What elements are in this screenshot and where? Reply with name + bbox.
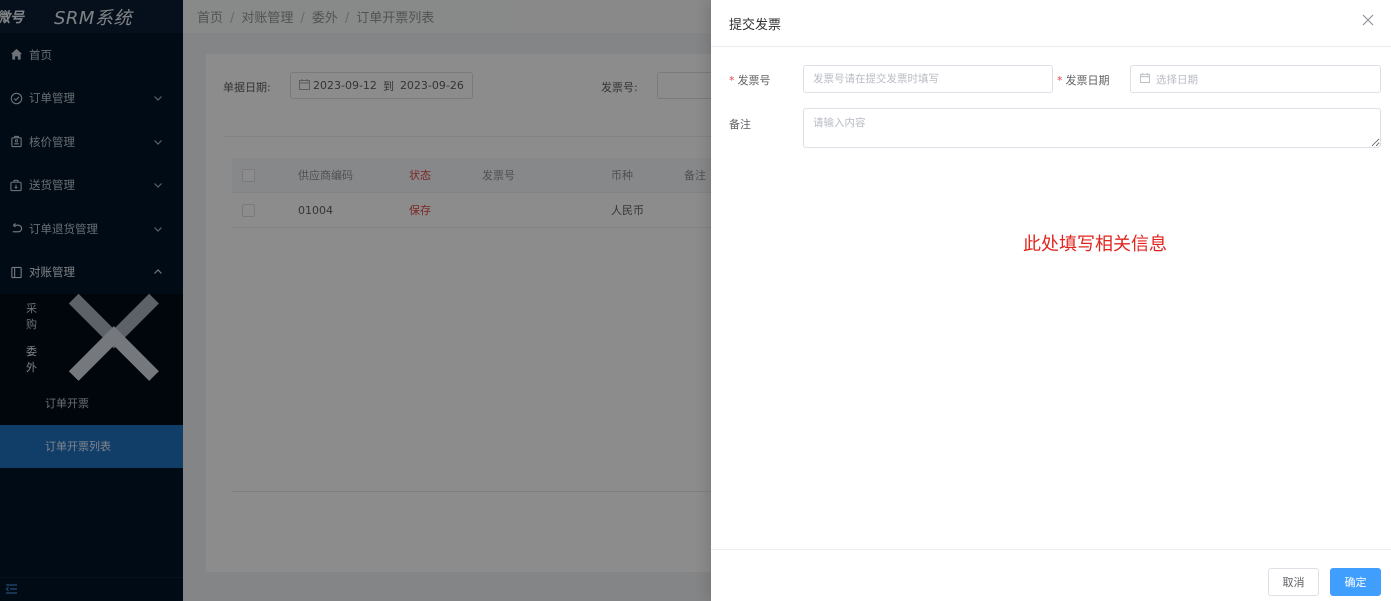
drawer-header: 提交发票 bbox=[711, 0, 1391, 47]
breadcrumb-separator: / bbox=[230, 11, 235, 26]
chevron-down-icon bbox=[154, 96, 162, 102]
package-icon bbox=[9, 178, 23, 192]
date-range-end: 2023-09-26 bbox=[399, 79, 464, 92]
cell-currency: 人民币 bbox=[611, 204, 644, 217]
select-all-checkbox[interactable] bbox=[242, 169, 255, 182]
sidebar-item-label: 核价管理 bbox=[29, 134, 75, 149]
sidebar-item-order-management[interactable]: 订单管理 bbox=[0, 77, 183, 121]
main-content: 单据日期: 2023-09-12 到 2023-09-26 发票号: 供应商编码… bbox=[183, 33, 737, 601]
confirm-button[interactable]: 确定 bbox=[1330, 568, 1381, 596]
remark-textarea[interactable] bbox=[803, 108, 1381, 148]
sidebar-item-label: 订单开票 bbox=[45, 396, 89, 410]
breadcrumb: 首页 / 对账管理 / 委外 / 订单开票列表 bbox=[197, 7, 434, 26]
home-icon bbox=[9, 48, 23, 62]
invoice-number-label: * 发票号 bbox=[729, 72, 771, 88]
breadcrumb-item-reconciliation[interactable]: 对账管理 bbox=[241, 11, 293, 26]
sidebar-item-label: 采购 bbox=[26, 301, 37, 331]
invoice-date-label-text: 发票日期 bbox=[1065, 74, 1110, 87]
sidebar-subitem-outsourcing[interactable]: 委外 bbox=[0, 326, 183, 382]
date-filter-label: 单据日期: bbox=[223, 81, 271, 94]
drawer-title: 提交发票 bbox=[729, 17, 782, 33]
breadcrumb-separator: / bbox=[300, 11, 305, 26]
sidebar-item-label: 订单开票列表 bbox=[45, 440, 111, 454]
collapse-menu-icon[interactable] bbox=[5, 583, 18, 598]
invoice-date-picker[interactable]: 选择日期 bbox=[1130, 65, 1381, 93]
required-mark: * bbox=[729, 74, 735, 87]
sidebar-subitem-order-invoicing[interactable]: 订单开票 bbox=[0, 381, 183, 425]
drawer-footer: 取消 确定 bbox=[711, 549, 1391, 601]
column-header: 状态 bbox=[409, 169, 431, 182]
sidebar-item-label: 委外 bbox=[26, 345, 37, 375]
calendar-icon bbox=[299, 78, 310, 93]
app-title: SRM系统 bbox=[54, 7, 132, 29]
brand-logo-text: 微号 bbox=[0, 9, 24, 26]
chevron-down-icon bbox=[154, 226, 162, 232]
sidebar-footer bbox=[0, 577, 183, 601]
row-checkbox[interactable] bbox=[242, 204, 255, 217]
column-header: 发票号 bbox=[482, 169, 515, 182]
sidebar-item-label: 送货管理 bbox=[29, 178, 75, 193]
sidebar: 微号 SRM系统 首页 订单管理 核价管理 送货管理 订单退货管理 bbox=[0, 0, 183, 601]
check-circle-icon bbox=[9, 91, 23, 105]
divider bbox=[232, 491, 732, 492]
date-range-picker[interactable]: 2023-09-12 到 2023-09-26 bbox=[290, 72, 473, 99]
cancel-button[interactable]: 取消 bbox=[1268, 568, 1319, 596]
column-header: 备注 bbox=[684, 169, 706, 182]
sidebar-item-home[interactable]: 首页 bbox=[0, 33, 183, 77]
sidebar-item-label: 首页 bbox=[29, 47, 52, 62]
cell-supplier-code: 01004 bbox=[298, 204, 333, 217]
date-range-start: 2023-09-12 bbox=[313, 79, 377, 92]
date-placeholder: 选择日期 bbox=[1156, 73, 1198, 86]
table-header: 供应商编码 状态 发票号 币种 备注 bbox=[232, 158, 732, 193]
column-header: 币种 bbox=[611, 169, 633, 182]
invoice-number-input[interactable] bbox=[803, 65, 1053, 93]
price-tag-icon bbox=[9, 135, 23, 149]
breadcrumb-separator: / bbox=[344, 11, 350, 26]
annotation-text: 此处填写相关信息 bbox=[1023, 234, 1167, 255]
date-range-separator: 到 bbox=[382, 79, 394, 93]
invoice-number-label-text: 发票号 bbox=[737, 74, 771, 87]
required-mark: * bbox=[1057, 74, 1063, 87]
sidebar-item-label: 订单管理 bbox=[29, 91, 75, 106]
breadcrumb-item-home[interactable]: 首页 bbox=[197, 11, 223, 26]
calendar-icon bbox=[1140, 72, 1150, 86]
sidebar-item-return-management[interactable]: 订单退货管理 bbox=[0, 207, 183, 251]
submit-invoice-drawer: 提交发票 *发票号 *发票日期 选择日期 备注 此处填写相关信息 取消 确定 bbox=[711, 0, 1391, 601]
table-row[interactable]: 01004 保存 人民币 bbox=[232, 193, 732, 228]
content-card: 单据日期: 2023-09-12 到 2023-09-26 发票号: 供应商编码… bbox=[206, 54, 737, 572]
book-icon bbox=[9, 265, 23, 279]
sidebar-item-label: 订单退货管理 bbox=[29, 221, 98, 236]
breadcrumb-item-current: 订单开票列表 bbox=[356, 11, 435, 26]
sidebar-subitem-order-invoice-list[interactable]: 订单开票列表 bbox=[0, 424, 183, 468]
divider bbox=[223, 136, 733, 137]
chevron-down-icon bbox=[154, 139, 162, 145]
reconciliation-submenu: 采购 委外 订单开票 订单开票列表 bbox=[0, 293, 183, 468]
close-icon[interactable] bbox=[1359, 11, 1377, 29]
remark-label: 备注 bbox=[729, 118, 751, 131]
chevron-down-icon bbox=[154, 183, 162, 189]
column-header: 供应商编码 bbox=[298, 169, 353, 182]
cell-status: 保存 bbox=[409, 204, 431, 217]
sidebar-item-pricing-management[interactable]: 核价管理 bbox=[0, 120, 183, 164]
sidebar-item-delivery-management[interactable]: 送货管理 bbox=[0, 164, 183, 208]
breadcrumb-item-outsourcing[interactable]: 委外 bbox=[312, 11, 338, 26]
invoice-date-label: * 发票日期 bbox=[1057, 72, 1110, 88]
logo-bar: 微号 SRM系统 bbox=[0, 0, 183, 33]
invoice-filter-label: 发票号: bbox=[601, 81, 638, 94]
return-arrow-icon bbox=[9, 222, 23, 236]
